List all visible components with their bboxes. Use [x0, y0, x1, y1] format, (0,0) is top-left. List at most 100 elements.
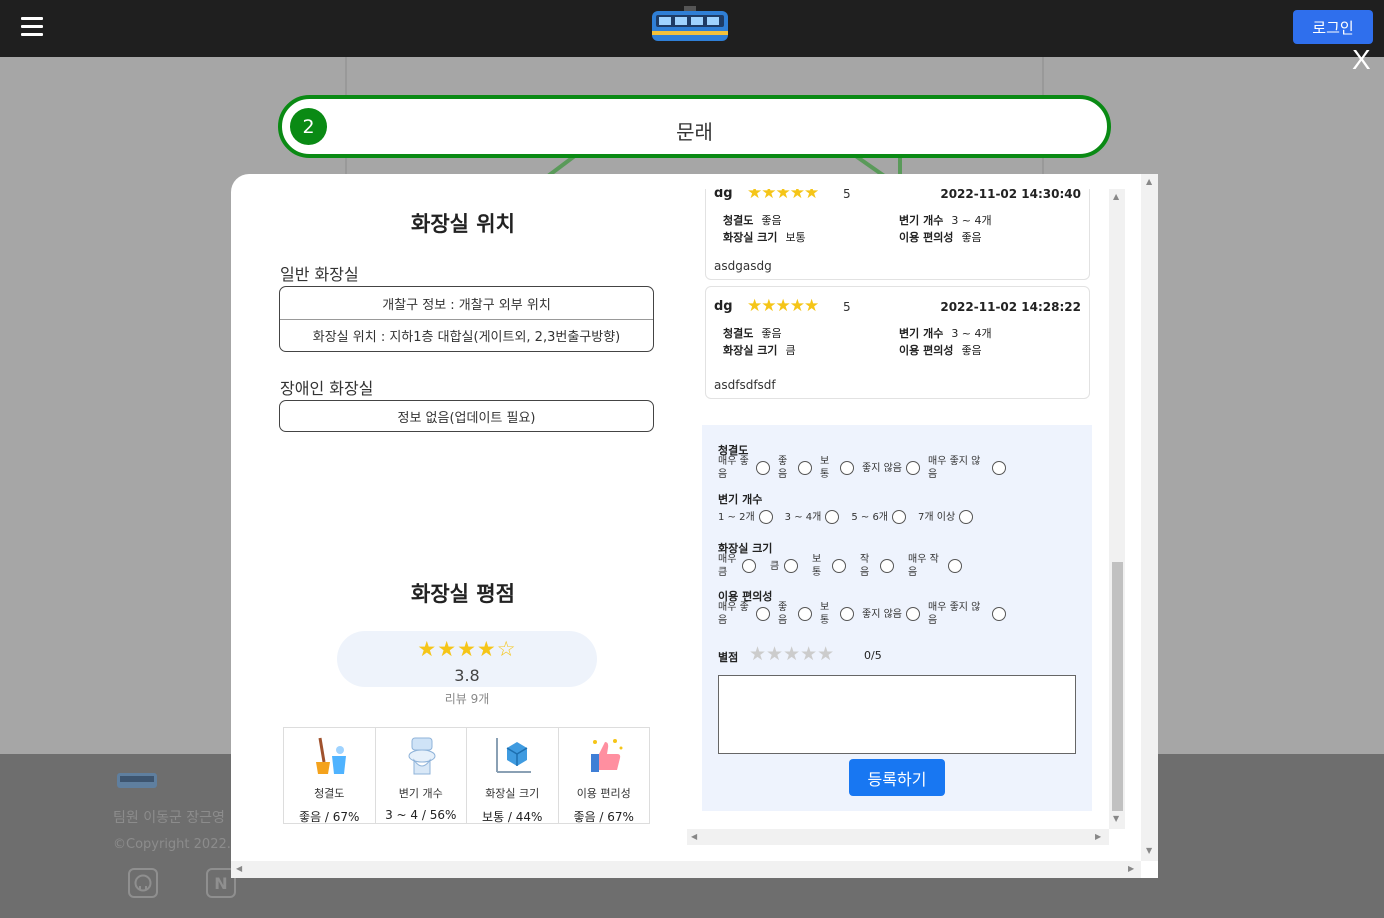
star-score: 0/5: [864, 649, 882, 662]
review-scroll-pane[interactable]: dg ★★★★★ 5 2022-11-02 14:30:40 청결도 좋음 화장실…: [687, 189, 1125, 845]
scroll-right-arrow-icon[interactable]: ▶: [1128, 865, 1134, 873]
toilet-icon: [408, 737, 435, 775]
star-rating-input[interactable]: ★★★★★: [749, 643, 834, 665]
radio-option[interactable]: 보통: [802, 553, 846, 579]
radio-option[interactable]: 보통: [816, 455, 854, 481]
review-cleanliness: 청결도 좋음: [723, 327, 782, 340]
radio-option[interactable]: 1 ~ 2개: [718, 510, 773, 524]
scroll-left-arrow-icon[interactable]: ◀: [236, 865, 242, 873]
station-header: 2 문래: [278, 95, 1111, 158]
review-cleanliness: 청결도 좋음: [723, 214, 782, 227]
radio-option[interactable]: 좋지 않음: [858, 607, 920, 621]
review-date: 2022-11-02 14:30:40: [940, 189, 1081, 201]
radio-option[interactable]: 매우 좋지 않음: [924, 601, 1006, 627]
radio-button[interactable]: [948, 559, 962, 573]
disabled-info-row: 정보 없음(업데이트 필요): [397, 410, 536, 426]
station-name: 문래: [676, 120, 713, 144]
stat-label: 청결도: [314, 787, 345, 800]
radio-option[interactable]: 5 ~ 6개: [851, 510, 907, 524]
general-toilet-label: 일반 화장실: [280, 265, 359, 284]
footer-team-text: 팀원 이동군 장근영: [113, 810, 225, 826]
modal-horizontal-scrollbar[interactable]: ◀ ▶: [231, 861, 1141, 878]
radio-button[interactable]: [906, 607, 920, 621]
radio-option[interactable]: 좋음: [774, 601, 812, 627]
radio-button[interactable]: [892, 510, 907, 524]
review-date: 2022-11-02 14:28:22: [940, 300, 1081, 314]
radio-option[interactable]: 큼: [760, 559, 798, 573]
subway-logo-icon[interactable]: [650, 5, 730, 45]
review-count: 리뷰 9개: [444, 692, 490, 706]
radio-option[interactable]: 3 ~ 4개: [785, 510, 840, 524]
review-stars: ★★★★★: [747, 296, 819, 316]
radio-button[interactable]: [798, 461, 812, 475]
toilets-radio-group: 1 ~ 2개 3 ~ 4개 5 ~ 6개 7개 이상: [718, 510, 977, 524]
average-score: 3.8: [454, 666, 480, 685]
radio-option[interactable]: 매우 큼: [718, 553, 756, 579]
radio-button[interactable]: [992, 607, 1006, 621]
scroll-right-arrow-icon[interactable]: ▶: [1095, 833, 1101, 841]
radio-button[interactable]: [756, 607, 770, 621]
radio-button[interactable]: [832, 559, 846, 573]
toilet-location-row: 화장실 위치 : 지하1층 대합실(게이트외, 2,3번출구방향): [280, 319, 653, 351]
cleanliness-radio-group: 매우 좋음 좋음 보통 좋지 않음 매우 좋지 않음: [718, 455, 1010, 481]
footer-copyright: ©Copyright 2022. Ji: [113, 837, 243, 852]
review-user: dg: [714, 299, 733, 314]
radio-option[interactable]: 매우 좋음: [718, 455, 770, 481]
review-size: 화장실 크기 보통: [723, 231, 806, 244]
close-icon[interactable]: X: [1352, 46, 1371, 74]
stat-label: 변기 개수: [398, 787, 443, 800]
scroll-up-arrow-icon[interactable]: ▲: [1113, 193, 1119, 201]
stat-size: 화장실 크기 보통 / 44%: [467, 728, 559, 824]
modal-vertical-scrollbar[interactable]: ▲ ▼: [1141, 174, 1158, 861]
broom-bucket-icon: [316, 737, 346, 774]
radio-button[interactable]: [784, 559, 798, 573]
radio-button[interactable]: [825, 510, 840, 524]
radio-option[interactable]: 매우 좋지 않음: [924, 455, 1006, 481]
pane-horizontal-scrollbar[interactable]: ◀ ▶: [687, 829, 1109, 845]
stat-convenience: 이용 편리성 좋음 / 67%: [559, 728, 650, 824]
toilet-info-modal: 화장실 위치 일반 화장실 개찰구 정보 : 개찰구 외부 위치 화장실 위치 …: [231, 174, 1158, 878]
review-stars: ★★★★★: [747, 189, 819, 203]
menu-icon[interactable]: [21, 17, 43, 36]
stat-label: 화장실 크기: [485, 787, 540, 800]
submit-review-button[interactable]: 등록하기: [849, 759, 945, 796]
radio-option[interactable]: 작음: [850, 553, 894, 579]
radio-button[interactable]: [959, 510, 974, 524]
github-icon[interactable]: [128, 868, 158, 898]
radio-button[interactable]: [798, 607, 812, 621]
radio-button[interactable]: [840, 607, 854, 621]
scroll-up-arrow-icon[interactable]: ▲: [1146, 178, 1152, 186]
radio-button[interactable]: [756, 461, 770, 475]
review-textarea[interactable]: [718, 675, 1076, 754]
review-convenience: 이용 편의성 좋음: [899, 231, 982, 244]
radio-button[interactable]: [840, 461, 854, 475]
radio-option[interactable]: 매우 좋음: [718, 601, 770, 627]
radio-button[interactable]: [992, 461, 1006, 475]
radio-button[interactable]: [758, 510, 773, 524]
review-card: dg ★★★★★ 5 2022-11-02 14:28:22 청결도 좋음 화장실…: [705, 286, 1090, 399]
review-toilets: 변기 개수 3 ~ 4개: [899, 327, 992, 340]
radio-option[interactable]: 7개 이상: [918, 510, 974, 524]
convenience-radio-group: 매우 좋음 좋음 보통 좋지 않음 매우 좋지 않음: [718, 601, 1010, 627]
stat-value: 좋음 / 67%: [573, 810, 634, 824]
radio-option[interactable]: 보통: [816, 601, 854, 627]
radio-option[interactable]: 매우 작음: [898, 553, 962, 579]
radio-option[interactable]: 좋지 않음: [858, 461, 920, 475]
review-size: 화장실 크기 큼: [723, 344, 796, 357]
review-toilets: 변기 개수 3 ~ 4개: [899, 214, 992, 227]
stat-value: 좋음 / 67%: [299, 810, 360, 824]
radio-option[interactable]: 좋음: [774, 455, 812, 481]
general-toilet-info: 개찰구 정보 : 개찰구 외부 위치 화장실 위치 : 지하1층 대합실(게이트…: [279, 286, 654, 352]
stat-value: 보통 / 44%: [482, 810, 543, 824]
radio-button[interactable]: [906, 461, 920, 475]
scroll-left-arrow-icon[interactable]: ◀: [691, 833, 697, 841]
login-button[interactable]: 로그인: [1293, 10, 1373, 44]
radio-button[interactable]: [880, 559, 894, 573]
scroll-down-arrow-icon[interactable]: ▼: [1146, 847, 1152, 855]
radio-button[interactable]: [742, 559, 756, 573]
scroll-down-arrow-icon[interactable]: ▼: [1113, 815, 1119, 823]
size-cube-icon: [496, 738, 531, 773]
pane-scroll-thumb[interactable]: [1112, 562, 1123, 811]
review-comment: asdgasdg: [714, 259, 772, 273]
pane-vertical-scrollbar[interactable]: ▲ ▼: [1109, 189, 1125, 829]
